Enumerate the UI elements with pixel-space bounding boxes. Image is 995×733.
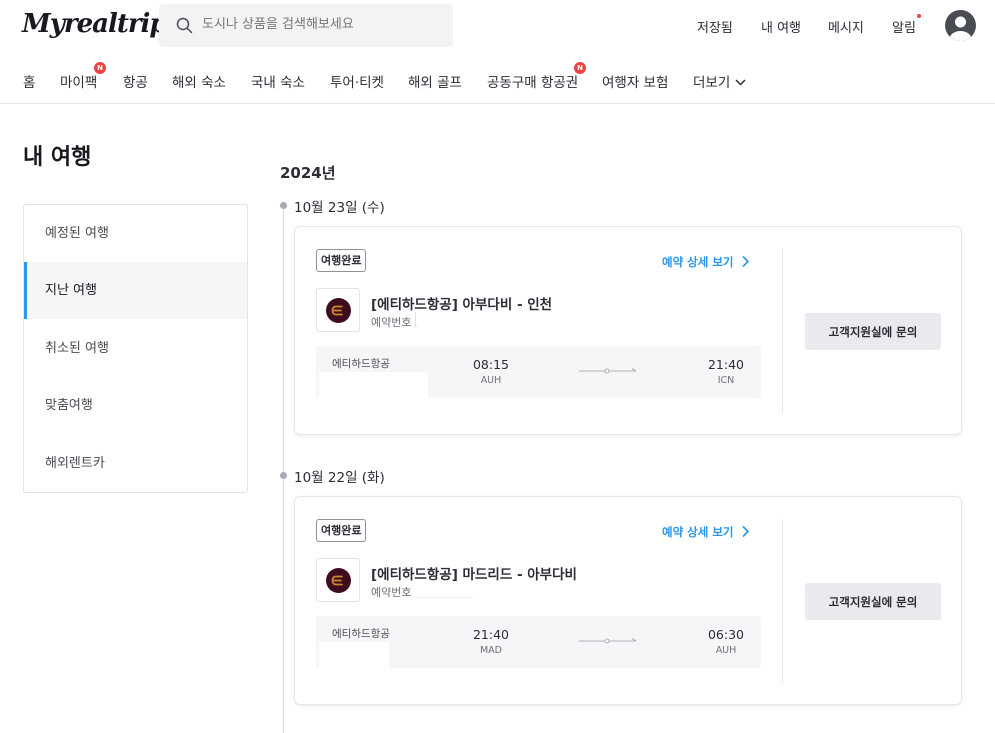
- airline-name: 에티하드항공: [332, 628, 390, 640]
- arrival-airport: ICN: [717, 375, 735, 386]
- departure-airport: MAD: [479, 645, 502, 656]
- route-arrow-icon: [579, 638, 637, 644]
- reservation-detail-link[interactable]: 예약 상세 보기: [662, 524, 734, 540]
- airline-logo: [316, 558, 360, 602]
- flight-number-redacted: [319, 372, 428, 398]
- timeline-dot: [280, 202, 287, 209]
- sidebar-item-cancelled[interactable]: 취소된 여행: [24, 320, 247, 377]
- nav-item-golf[interactable]: 해외 골프: [408, 71, 462, 91]
- sidebar-item-past[interactable]: 지난 여행: [24, 262, 247, 319]
- sidebar-item-custom[interactable]: 맞춤여행: [24, 377, 247, 434]
- contact-support-button[interactable]: 고객지원실에 문의: [805, 583, 941, 620]
- trip-title[interactable]: [에티하드항공] 마드리드 - 아부다비: [371, 563, 577, 583]
- status-badge: 여행완료: [316, 249, 367, 272]
- saved-link[interactable]: 저장됨: [697, 17, 733, 36]
- route-arrow-icon: [579, 368, 637, 374]
- contact-support-button[interactable]: 고객지원실에 문의: [805, 313, 941, 350]
- nav-item-more[interactable]: 더보기: [693, 71, 746, 91]
- sidebar-item-rentcar[interactable]: 해외렌트카: [24, 435, 247, 492]
- user-icon: [949, 16, 972, 41]
- my-trips-link[interactable]: 내 여행: [761, 17, 801, 36]
- chevron-down-icon: [735, 79, 746, 86]
- sidebar-menu: 예정된 여행 지난 여행 취소된 여행 맞춤여행 해외렌트카: [23, 204, 248, 493]
- avatar[interactable]: [945, 10, 976, 41]
- timeline-line: [283, 205, 284, 733]
- new-badge: N: [94, 62, 106, 74]
- reservation-number-label: 예약번호: [371, 316, 412, 329]
- airline-name: 에티하드항공: [332, 358, 390, 370]
- trip-date: 10월 22일 (화): [294, 470, 385, 486]
- nav-item-overseas-stay[interactable]: 해외 숙소: [172, 71, 226, 91]
- nav-item-group-flights[interactable]: 공동구매 항공권: [487, 71, 578, 91]
- chevron-right-icon[interactable]: [741, 525, 750, 538]
- search-icon: [176, 17, 193, 34]
- flight-info: 에티하드항공 08:15 AUH 21:40 ICN: [316, 346, 761, 398]
- page-title: 내 여행: [23, 145, 92, 170]
- flight-number-redacted: [319, 642, 389, 668]
- nav-divider: [0, 103, 995, 104]
- arrival-time: 21:40: [707, 357, 745, 372]
- reservation-number-label: 예약번호: [371, 586, 412, 599]
- reservation-number-redacted: [415, 312, 418, 328]
- nav-item-domestic-stay[interactable]: 국내 숙소: [251, 71, 305, 91]
- search-input[interactable]: [202, 17, 442, 32]
- messages-link[interactable]: 메시지: [828, 17, 864, 36]
- year-heading: 2024년: [280, 164, 336, 182]
- etihad-logo-icon: [331, 575, 343, 586]
- notification-dot: [917, 14, 921, 18]
- arrival-time: 06:30: [707, 627, 745, 642]
- new-badge: N: [574, 62, 586, 74]
- timeline-dot: [280, 472, 287, 479]
- trip-card: 여행완료 예약 상세 보기 [에티하드항공] 아부다비 - 인천 예약번호 에티…: [294, 226, 962, 435]
- status-badge: 여행완료: [316, 519, 367, 542]
- flight-info: 에티하드항공 21:40 MAD 06:30 AUH: [316, 616, 761, 668]
- logo[interactable]: Myrealtrip: [22, 9, 168, 39]
- nav-item-insurance[interactable]: 여행자 보험: [602, 71, 668, 91]
- etihad-logo-icon: [331, 305, 343, 316]
- card-divider: [782, 519, 783, 683]
- card-divider: [782, 249, 783, 413]
- trip-card: 여행완료 예약 상세 보기 [에티하드항공] 마드리드 - 아부다비 예약번호 …: [294, 496, 962, 705]
- reservation-detail-link[interactable]: 예약 상세 보기: [662, 254, 734, 270]
- sidebar-item-upcoming[interactable]: 예정된 여행: [24, 205, 247, 262]
- nav-item-flights[interactable]: 항공: [123, 71, 148, 91]
- notifications-link[interactable]: 알림: [892, 17, 916, 36]
- airline-logo: [316, 288, 360, 332]
- arrival-airport: AUH: [715, 645, 737, 656]
- nav-item-tour-ticket[interactable]: 투어·티켓: [330, 71, 384, 91]
- trip-title[interactable]: [에티하드항공] 아부다비 - 인천: [371, 293, 552, 313]
- nav-item-home[interactable]: 홈: [23, 71, 35, 91]
- nav-item-mypack[interactable]: 마이팩: [60, 71, 97, 91]
- departure-time: 08:15: [472, 357, 510, 372]
- departure-time: 21:40: [472, 627, 510, 642]
- reservation-number-redacted: [415, 582, 473, 598]
- search-bar[interactable]: [159, 4, 453, 47]
- departure-airport: AUH: [480, 375, 502, 386]
- trip-date: 10월 23일 (수): [294, 200, 385, 216]
- chevron-right-icon[interactable]: [741, 255, 750, 268]
- category-nav: 홈 마이팩 항공 해외 숙소 국내 숙소 투어·티켓 해외 골프 공동구매 항공…: [0, 62, 995, 91]
